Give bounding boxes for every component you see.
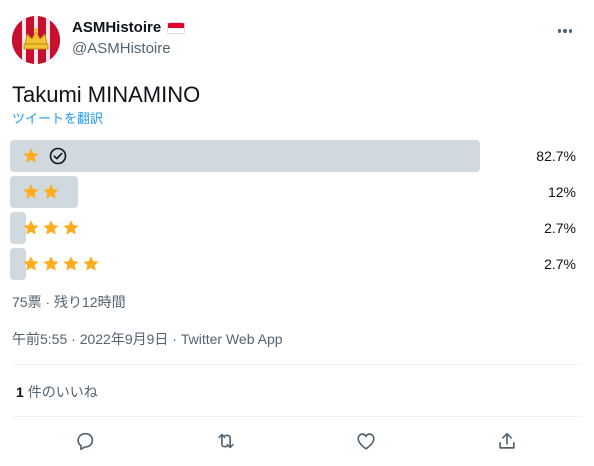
poll-percent: 82.7%: [536, 148, 576, 164]
star-icon: [23, 184, 39, 199]
poll-option-label: [22, 176, 60, 208]
poll-result-bar: [10, 140, 480, 172]
likes-number: 1: [16, 384, 24, 400]
action-bar: [12, 426, 582, 458]
tweet-header: ASMHistoire @ASMHistoire: [12, 12, 582, 68]
check-circle-icon: [49, 147, 67, 165]
display-name[interactable]: ASMHistoire: [72, 18, 161, 38]
star-icon: [63, 256, 79, 271]
asm-crest-avatar[interactable]: [12, 16, 60, 64]
poll-option-label: [22, 248, 100, 280]
divider: [12, 416, 582, 417]
star-icon: [43, 184, 59, 199]
share-icon[interactable]: [496, 430, 520, 454]
poll-percent: 12%: [547, 184, 576, 200]
divider: [12, 364, 582, 365]
star-icon: [83, 256, 99, 271]
tweet-text: Takumi MINAMINO: [12, 82, 201, 107]
like-icon[interactable]: [355, 430, 379, 454]
poll-option-label: [22, 212, 80, 244]
more-dots-icon[interactable]: [554, 22, 576, 40]
account-handle[interactable]: @ASMHistoire: [72, 39, 185, 59]
tweet-timestamp[interactable]: 午前5:55 · 2022年9月9日 · Twitter Web App: [12, 330, 283, 348]
star-icon: [43, 256, 59, 271]
translate-link[interactable]: ツイートを翻訳: [12, 111, 103, 127]
poll-option-4-star[interactable]: 2.7%: [10, 248, 582, 280]
reply-icon[interactable]: [74, 430, 98, 454]
likes-label: 件のいいね: [27, 384, 98, 400]
likes-count[interactable]: 1 件のいいね: [16, 383, 98, 401]
retweet-icon[interactable]: [215, 430, 239, 454]
star-icon: [23, 220, 39, 235]
poll-percent: 2.7%: [544, 256, 576, 272]
star-icon: [63, 220, 79, 235]
monaco-flag-icon: [167, 22, 186, 34]
star-icon: [43, 220, 59, 235]
star-icon: [23, 148, 39, 163]
poll-option-1-star[interactable]: 82.7%: [10, 140, 582, 172]
poll-summary: 75票 · 残り12時間: [12, 294, 126, 310]
display-name-row[interactable]: ASMHistoire: [72, 18, 186, 38]
star-icon: [23, 256, 39, 271]
poll-option-3-star[interactable]: 2.7%: [10, 212, 582, 244]
poll: 82.7% 12% 2.7% 2.7%: [10, 140, 582, 284]
poll-option-2-star[interactable]: 12%: [10, 176, 582, 208]
poll-percent: 2.7%: [544, 220, 576, 236]
poll-option-label: [22, 140, 68, 172]
